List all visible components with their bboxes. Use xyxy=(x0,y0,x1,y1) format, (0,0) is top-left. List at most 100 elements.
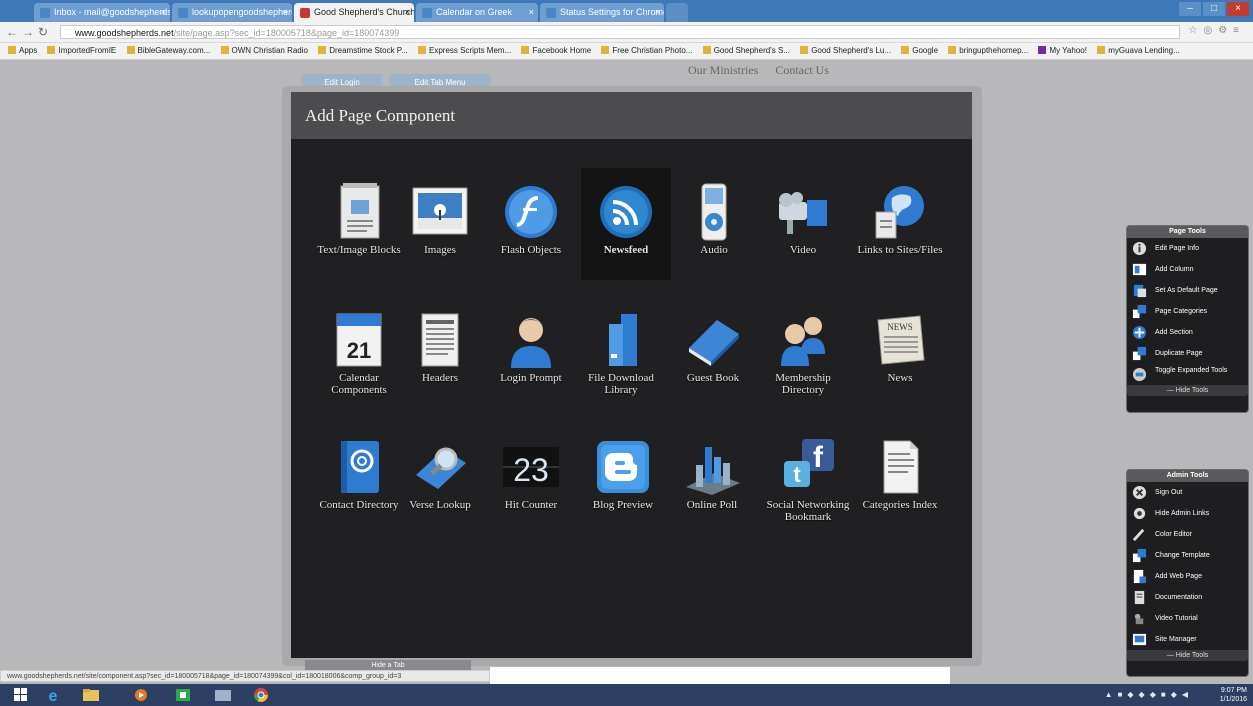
folder-icon[interactable] xyxy=(212,687,234,703)
page-icon xyxy=(178,8,188,18)
bookmark-label: OWN Christian Radio xyxy=(231,46,308,55)
bookmark-item[interactable]: Apps xyxy=(8,43,37,59)
calendar-icon: 21 xyxy=(329,310,389,370)
bookmark-item[interactable]: BibleGateway.com... xyxy=(126,43,210,59)
browser-tab[interactable]: Calendar on Greek × xyxy=(416,3,538,22)
back-arrow-icon[interactable]: ← xyxy=(6,25,18,39)
component-flash-objects[interactable]: Flash Objects xyxy=(486,182,576,256)
windows-start-icon[interactable] xyxy=(10,687,32,703)
file-explorer-icon[interactable] xyxy=(80,687,102,703)
tool-edit-page-info[interactable]: Edit Page Info xyxy=(1127,238,1248,259)
nav-link-ministries[interactable]: Our Ministries xyxy=(688,63,758,77)
component-login-prompt[interactable]: Login Prompt xyxy=(486,310,576,384)
new-tab-button[interactable] xyxy=(666,3,688,22)
browser-tab[interactable]: Inbox - mail@goodshepherds... × xyxy=(34,3,170,22)
bookmark-label: Facebook Home xyxy=(532,46,592,55)
component-video[interactable]: Video xyxy=(758,182,848,256)
tool-hide-admin-links[interactable]: Hide Admin Links xyxy=(1127,503,1248,524)
url-input[interactable]: www.goodshepherds.net/site/page.asp?sec_… xyxy=(60,25,1180,39)
bookmark-item[interactable]: Good Shepherd's S... xyxy=(702,43,790,59)
close-icon[interactable]: × xyxy=(405,3,410,22)
system-tray-icons[interactable]: ▲■◆◆◆■◆◀ xyxy=(1105,690,1193,699)
maximize-icon[interactable]: □ xyxy=(1203,2,1225,16)
component-audio[interactable]: Audio xyxy=(669,182,759,256)
audio-player-icon xyxy=(684,182,744,242)
hide-admin-tools-button[interactable]: — Hide Tools xyxy=(1127,650,1248,661)
close-window-icon[interactable]: × xyxy=(1227,2,1249,16)
component-calendar[interactable]: 21 Calendar Components xyxy=(314,310,404,396)
minimize-icon[interactable]: – xyxy=(1179,2,1201,16)
tool-change-template[interactable]: Change Template xyxy=(1127,545,1248,566)
images-icon xyxy=(410,182,470,242)
bookmark-item[interactable]: Good Shepherd's Lu... xyxy=(800,43,891,59)
component-images[interactable]: Images xyxy=(395,182,485,256)
internet-explorer-icon[interactable]: e xyxy=(42,687,64,703)
nav-link-contact[interactable]: Contact Us xyxy=(775,63,829,77)
tool-video-tutorial[interactable]: Video Tutorial xyxy=(1127,608,1248,629)
chrome-icon[interactable] xyxy=(250,687,272,703)
close-icon[interactable]: × xyxy=(161,3,166,22)
hide-page-tools-button[interactable]: — Hide Tools xyxy=(1127,385,1248,396)
media-player-icon[interactable] xyxy=(130,687,152,703)
bookmark-item[interactable]: My Yahoo! xyxy=(1038,43,1087,59)
tool-toggle-expanded[interactable]: Toggle Expanded Tools xyxy=(1127,364,1248,385)
index-page-icon xyxy=(870,437,930,497)
component-headers[interactable]: Headers xyxy=(395,310,485,384)
tool-sign-out[interactable]: Sign Out xyxy=(1127,482,1248,503)
component-label: Hit Counter xyxy=(504,499,558,511)
close-icon[interactable]: × xyxy=(283,3,288,22)
page-icon xyxy=(546,8,556,18)
bookmark-item[interactable]: bringupthehomep... xyxy=(948,43,1028,59)
close-icon[interactable]: × xyxy=(655,3,660,22)
component-categories-index[interactable]: Categories Index xyxy=(855,437,945,511)
bookmark-icon xyxy=(220,46,229,54)
tool-color-editor[interactable]: Color Editor xyxy=(1127,524,1248,545)
tool-duplicate-page[interactable]: Duplicate Page xyxy=(1127,343,1248,364)
clock[interactable]: 9:07 PM 1/1/2016 xyxy=(1220,686,1247,704)
bookmark-item[interactable]: Dreamstime Stock P... xyxy=(318,43,408,59)
tool-add-section[interactable]: Add Section xyxy=(1127,322,1248,343)
component-links-to-sites-files[interactable]: Links to Sites/Files xyxy=(855,182,945,256)
bookmark-item[interactable]: Google xyxy=(901,43,938,59)
tool-page-categories[interactable]: Page Categories xyxy=(1127,301,1248,322)
component-news[interactable]: NEWS News xyxy=(855,310,945,384)
component-text-image-blocks[interactable]: Text/Image Blocks xyxy=(314,182,404,256)
component-online-poll[interactable]: Online Poll xyxy=(667,437,757,511)
tool-site-manager[interactable]: Site Manager xyxy=(1127,629,1248,650)
extension-icons[interactable]: ☆◎⚙≡ xyxy=(1189,25,1246,36)
browser-tab-active[interactable]: Good Shepherd's Church × xyxy=(294,3,414,22)
component-label: Newsfeed xyxy=(603,244,649,256)
bookmark-item[interactable]: myGuava Lending... xyxy=(1097,43,1180,59)
component-file-download-library[interactable]: File Download Library xyxy=(576,310,666,396)
browser-tab[interactable]: Status Settings for Chrome × xyxy=(540,3,664,22)
close-icon[interactable]: × xyxy=(529,3,534,22)
component-membership-directory[interactable]: Membership Directory xyxy=(758,310,848,396)
status-bar-url: www.goodshepherds.net/site/component.asp… xyxy=(0,670,490,682)
tool-set-default-page[interactable]: Set As Default Page xyxy=(1127,280,1248,301)
component-newsfeed[interactable]: Newsfeed xyxy=(581,168,671,280)
tool-label: Edit Page Info xyxy=(1155,245,1199,252)
component-verse-lookup[interactable]: Verse Lookup xyxy=(395,437,485,511)
component-social-networking-bookmark[interactable]: ft Social Networking Bookmark xyxy=(763,437,853,523)
tool-documentation[interactable]: Documentation xyxy=(1127,587,1248,608)
component-blog-preview[interactable]: Blog Preview xyxy=(578,437,668,511)
component-hit-counter[interactable]: 23 Hit Counter xyxy=(486,437,576,511)
bookmark-label: Good Shepherd's Lu... xyxy=(811,46,891,55)
bookmark-item[interactable]: ImportedFromIE xyxy=(47,43,116,59)
store-icon[interactable] xyxy=(172,687,194,703)
tool-label: Add Column xyxy=(1155,266,1194,273)
forward-arrow-icon[interactable]: → xyxy=(22,25,34,39)
url-path: /site/page.asp?sec_id=180005718&page_id=… xyxy=(173,28,400,38)
clock-date: 1/1/2016 xyxy=(1219,696,1247,703)
bookmark-item[interactable]: Facebook Home xyxy=(521,43,591,59)
tool-add-web-page[interactable]: Add Web Page xyxy=(1127,566,1248,587)
bookmark-item[interactable]: Free Christian Photo... xyxy=(601,43,692,59)
browser-tab[interactable]: lookupopengoodshepherds...× xyxy=(172,3,292,22)
browser-tab-label: Status Settings for Chrome xyxy=(560,7,664,17)
reload-icon[interactable]: ↻ xyxy=(38,25,48,39)
bookmark-item[interactable]: Express Scripts Mem... xyxy=(418,43,511,59)
bookmark-item[interactable]: OWN Christian Radio xyxy=(220,43,308,59)
component-contact-directory[interactable]: Contact Directory xyxy=(314,437,404,511)
tool-add-column[interactable]: Add Column xyxy=(1127,259,1248,280)
component-guest-book[interactable]: Guest Book xyxy=(668,310,758,384)
